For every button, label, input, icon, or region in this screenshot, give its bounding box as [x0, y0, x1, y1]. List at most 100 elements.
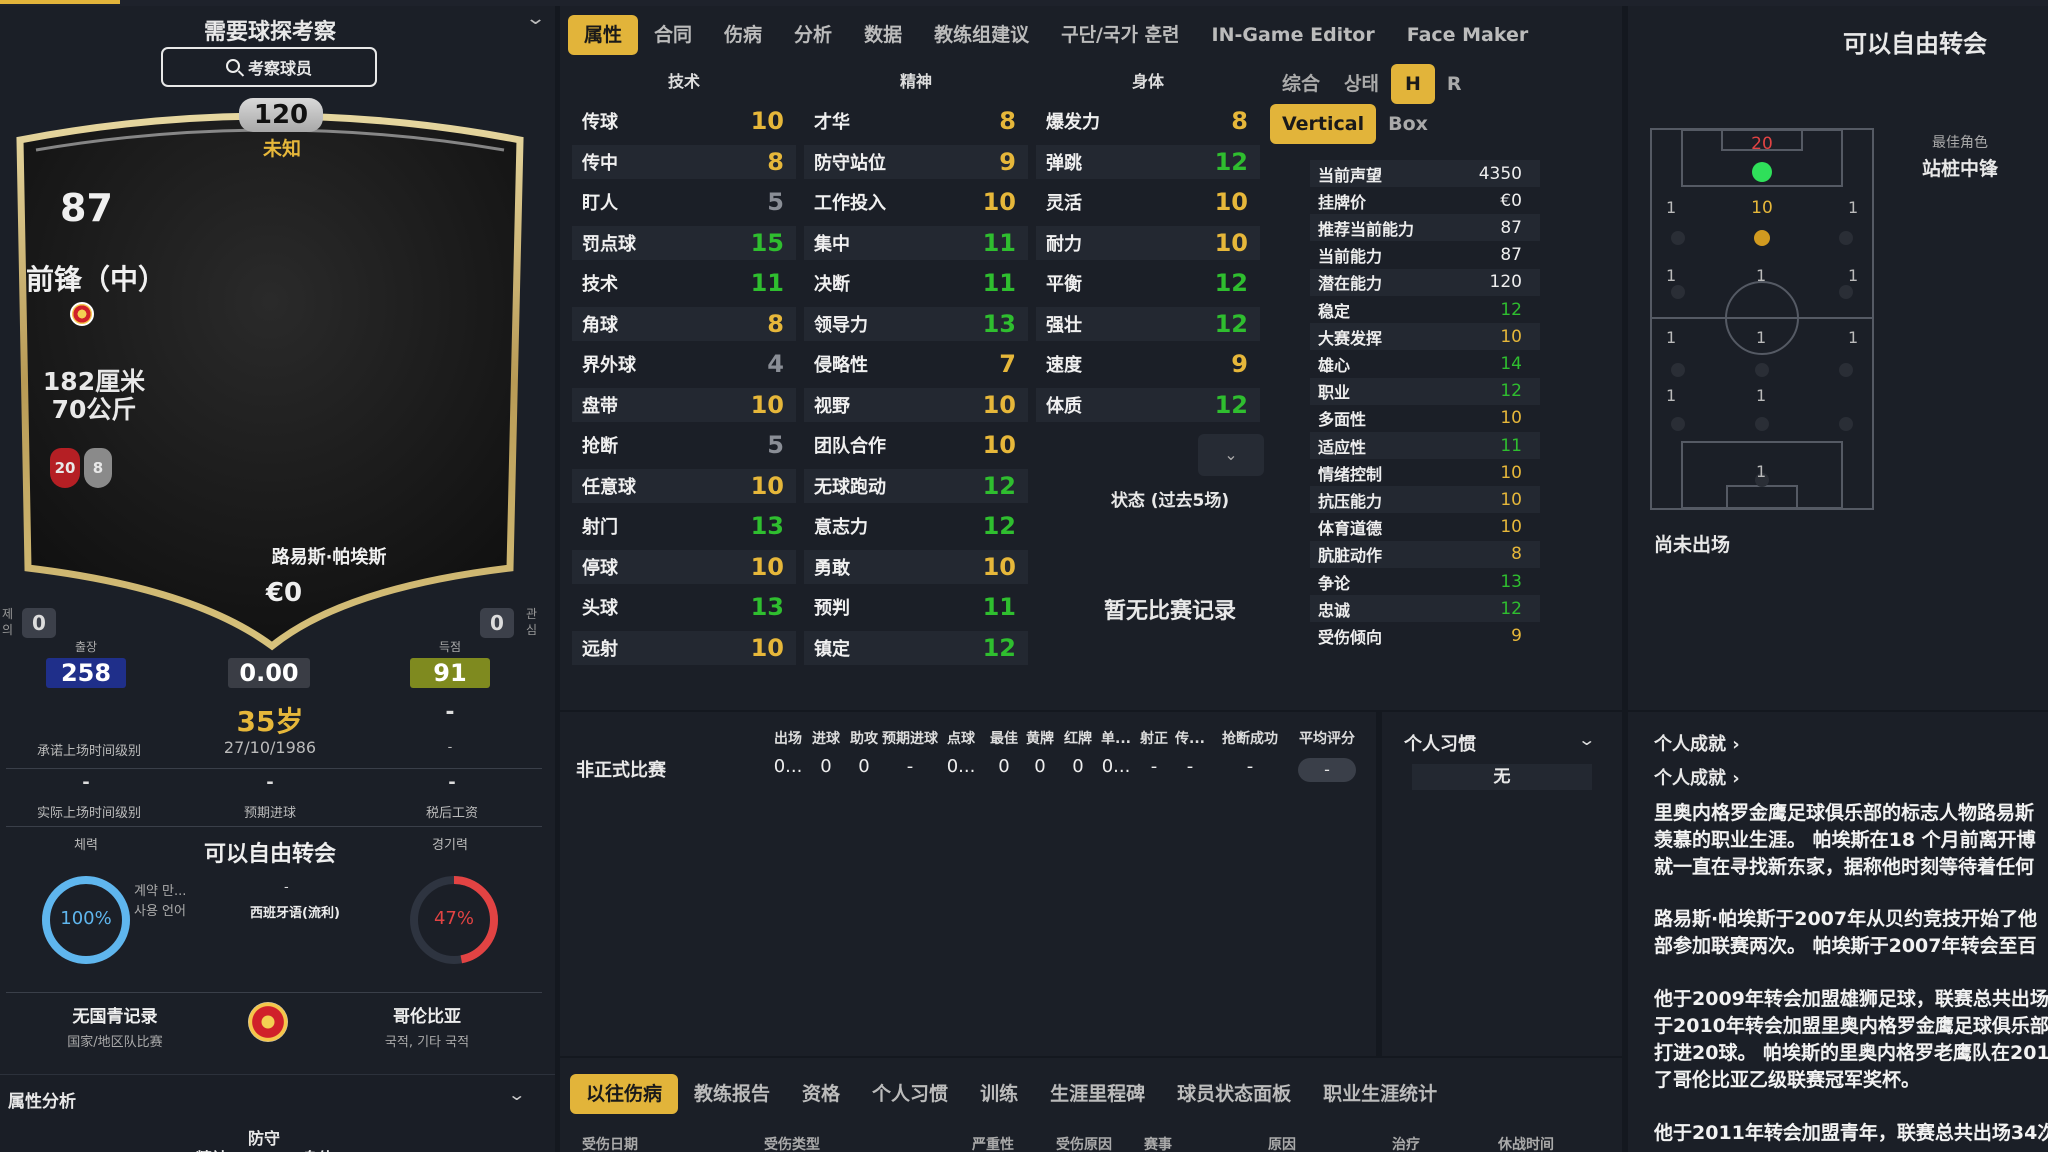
- tab-career-stats[interactable]: 职业生涯统计: [1307, 1074, 1453, 1114]
- mental-attribute-row[interactable]: 无球跑动 12: [804, 468, 1028, 503]
- stats-column-header[interactable]: 黄牌: [1022, 728, 1058, 748]
- injury-col-date: 受伤日期: [582, 1137, 638, 1152]
- physical-attribute-row[interactable]: 平衡 12: [1036, 266, 1260, 300]
- tab-injuries[interactable]: 伤病: [708, 15, 778, 55]
- tab-data[interactable]: 数据: [848, 15, 918, 55]
- tab-habits[interactable]: 个人习惯: [856, 1074, 964, 1114]
- tab-status-panel[interactable]: 球员状态面板: [1161, 1074, 1307, 1114]
- attribute-analysis-section[interactable]: 属性分析 ⌄ 防守 精神 身体: [0, 1074, 555, 1152]
- mental-attribute-row[interactable]: 视野 10: [804, 387, 1028, 422]
- tab-overview[interactable]: 综合: [1270, 64, 1332, 104]
- overview-row: 肮脏动作 8: [1310, 540, 1540, 568]
- mental-attribute-row[interactable]: 预判 11: [804, 590, 1028, 624]
- interest-count[interactable]: 0: [480, 608, 514, 638]
- tab-h[interactable]: H: [1390, 64, 1435, 104]
- technical-attribute-row[interactable]: 停球 10: [572, 549, 796, 584]
- attribute-value: 11: [982, 228, 1016, 257]
- pitch-rating: 10: [1751, 198, 1773, 218]
- player-age: 35岁: [236, 705, 304, 738]
- attribute-name: 视野: [814, 395, 850, 417]
- analysis-label-mental: 精神: [196, 1145, 228, 1152]
- technical-attribute-row[interactable]: 盯人 5: [572, 185, 796, 219]
- stats-column-header[interactable]: 最佳: [986, 728, 1022, 748]
- tab-in-game-editor[interactable]: IN-Game Editor: [1196, 15, 1391, 55]
- technical-attribute-row[interactable]: 传中 8: [572, 144, 796, 179]
- tab-box[interactable]: Box: [1376, 104, 1440, 144]
- stats-cell: 0...: [946, 756, 976, 777]
- language-label: 사용 언어: [134, 904, 186, 919]
- attribute-name: 侵略性: [814, 355, 868, 376]
- technical-attribute-row[interactable]: 罚点球 15: [572, 225, 796, 260]
- chevron-down-icon[interactable]: ⌄: [1577, 730, 1596, 749]
- mental-attribute-row[interactable]: 决断 11: [804, 266, 1028, 300]
- offers-count[interactable]: 0: [22, 608, 56, 638]
- tab-training-log[interactable]: 训练: [964, 1074, 1034, 1114]
- achievements-link[interactable]: 个人成就 ›: [1654, 764, 1740, 790]
- tab-r[interactable]: R: [1435, 64, 1474, 104]
- mental-attribute-row[interactable]: 勇敢 10: [804, 549, 1028, 584]
- stats-column-header[interactable]: 点球: [942, 728, 980, 748]
- physical-attribute-row[interactable]: 爆发力 8: [1036, 104, 1260, 138]
- potential-label: 未知: [262, 138, 301, 160]
- overview-value: 87: [1500, 217, 1522, 238]
- mental-attribute-row[interactable]: 集中 11: [804, 225, 1028, 260]
- technical-attribute-row[interactable]: 传球 10: [572, 104, 796, 138]
- technical-attribute-row[interactable]: 技术 11: [572, 266, 796, 300]
- stats-column-header[interactable]: 红牌: [1060, 728, 1096, 748]
- technical-attribute-row[interactable]: 界外球 4: [572, 347, 796, 381]
- tab-eligibility[interactable]: 资格: [786, 1074, 856, 1114]
- tab-coach-report[interactable]: 教练报告: [678, 1074, 786, 1114]
- stats-column-header[interactable]: 进球: [808, 728, 844, 748]
- stats-column-header[interactable]: 助攻: [846, 728, 882, 748]
- technical-attribute-row[interactable]: 任意球 10: [572, 468, 796, 503]
- mental-attribute-row[interactable]: 防守站位 9: [804, 144, 1028, 179]
- technical-attribute-row[interactable]: 远射 10: [572, 630, 796, 665]
- stats-column-header[interactable]: 抢断成功: [1214, 728, 1286, 748]
- tab-contract[interactable]: 合同: [638, 15, 708, 55]
- stats-column-header[interactable]: 出场: [764, 728, 812, 748]
- tab-coach-advice[interactable]: 教练组建议: [918, 15, 1045, 55]
- tab-face-maker[interactable]: Face Maker: [1391, 15, 1545, 55]
- technical-attribute-row[interactable]: 头球 13: [572, 590, 796, 624]
- chevron-down-icon[interactable]: ⌄: [507, 1085, 526, 1104]
- technical-attribute-row[interactable]: 盘带 10: [572, 387, 796, 422]
- physical-attribute-row[interactable]: 弹跳 12: [1036, 144, 1260, 179]
- expand-chevron-icon[interactable]: ⌄: [1198, 434, 1264, 476]
- stats-column-header[interactable]: 预期进球: [878, 728, 942, 748]
- physical-attribute-row[interactable]: 耐力 10: [1036, 225, 1260, 260]
- tab-milestones[interactable]: 生涯里程碑: [1034, 1074, 1161, 1114]
- overview-row: 大赛发挥 10: [1310, 323, 1540, 351]
- achievements-link[interactable]: 个人成就 ›: [1654, 730, 1740, 756]
- technical-attribute-row[interactable]: 射门 13: [572, 509, 796, 543]
- technical-attribute-row[interactable]: 抢断 5: [572, 428, 796, 462]
- tab-training[interactable]: 구단/국가 훈련: [1045, 15, 1195, 55]
- physical-attribute-row[interactable]: 灵活 10: [1036, 185, 1260, 219]
- physical-attribute-row[interactable]: 速度 9: [1036, 347, 1260, 381]
- technical-attribute-row[interactable]: 角球 8: [572, 306, 796, 341]
- physical-attribute-row[interactable]: 强壮 12: [1036, 306, 1260, 341]
- injury-col-severity: 严重性: [972, 1137, 1014, 1152]
- mental-attribute-row[interactable]: 领导力 13: [804, 306, 1028, 341]
- tab-injury-history[interactable]: 以往伤病: [570, 1074, 679, 1114]
- mental-attribute-row[interactable]: 镇定 12: [804, 630, 1028, 665]
- mental-attribute-row[interactable]: 意志力 12: [804, 509, 1028, 543]
- mental-attribute-row[interactable]: 才华 8: [804, 104, 1028, 138]
- tab-analysis[interactable]: 分析: [778, 15, 848, 55]
- stats-column-header[interactable]: 传...: [1172, 728, 1208, 748]
- pitch-rating: 1: [1666, 198, 1677, 217]
- tab-vertical[interactable]: Vertical: [1270, 104, 1377, 144]
- collapse-chevron-icon[interactable]: ⌄: [525, 8, 546, 29]
- tab-attributes[interactable]: 属性: [568, 15, 639, 55]
- scout-player-button[interactable]: 考察球员: [161, 47, 377, 87]
- stats-column-header[interactable]: 射正: [1136, 728, 1172, 748]
- physical-attribute-row[interactable]: 体质 12: [1036, 387, 1260, 422]
- stats-column-header[interactable]: 单...: [1098, 728, 1134, 748]
- stats-column-header[interactable]: 平均评分: [1292, 728, 1362, 748]
- mental-attribute-row[interactable]: 侵略性 7: [804, 347, 1028, 381]
- attribute-name: 预判: [814, 598, 850, 619]
- tab-status[interactable]: 상태: [1332, 64, 1391, 104]
- mental-attribute-row[interactable]: 工作投入 10: [804, 185, 1028, 219]
- match-row-label: 非正式比赛: [576, 760, 666, 781]
- apps-label: 출장: [74, 640, 98, 654]
- mental-attribute-row[interactable]: 团队合作 10: [804, 428, 1028, 462]
